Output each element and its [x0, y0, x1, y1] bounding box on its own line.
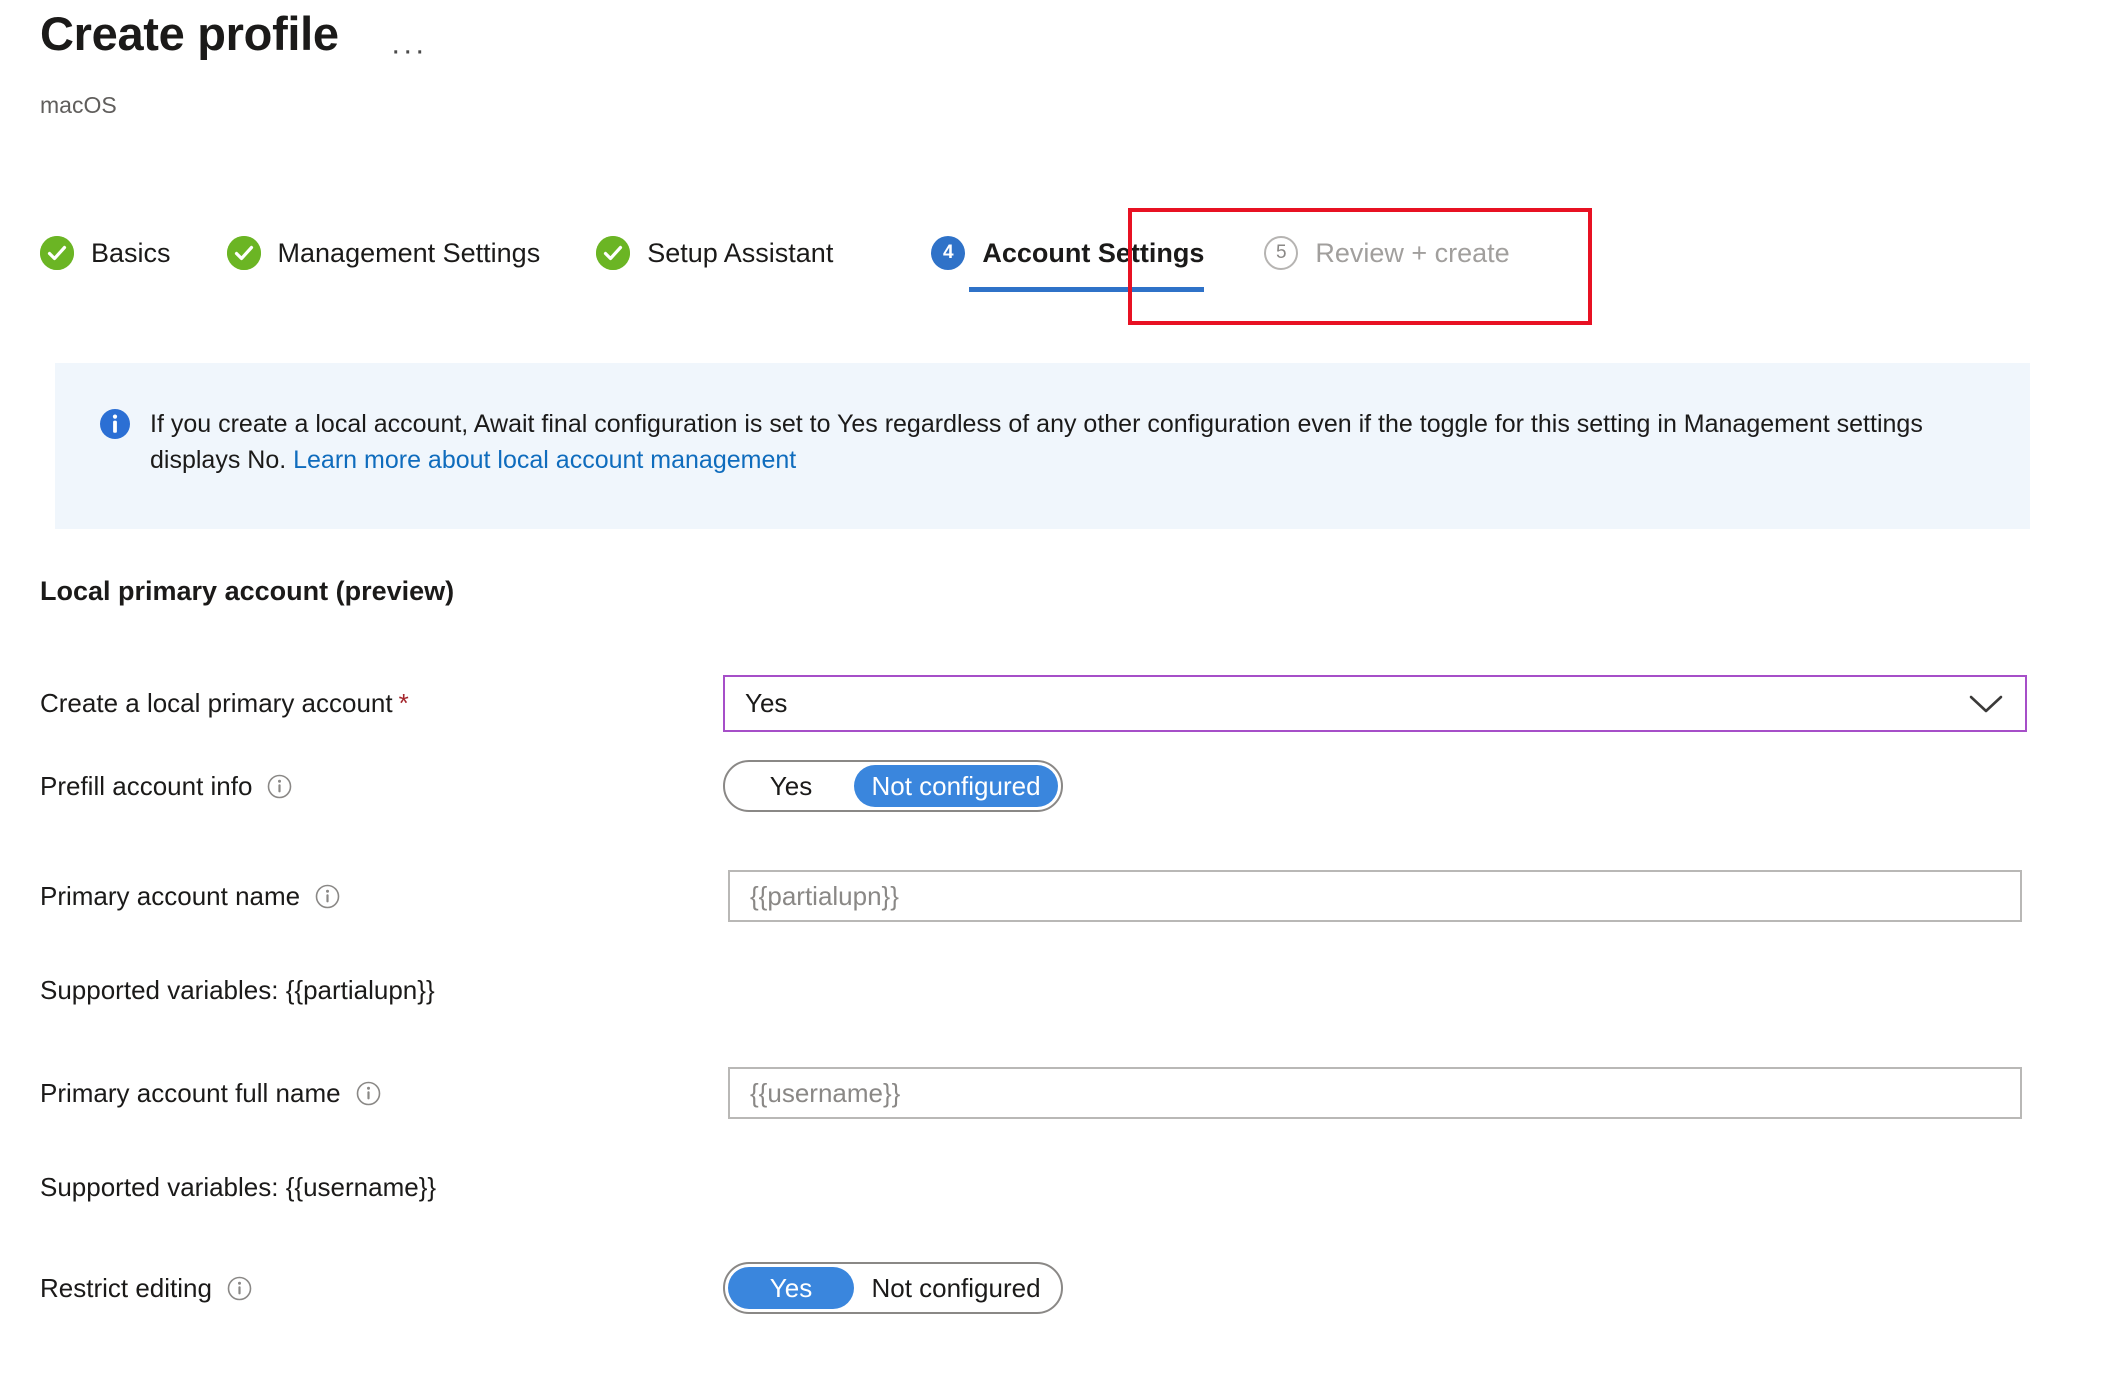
wizard-step-setup-assistant[interactable]: Setup Assistant	[596, 222, 833, 284]
check-circle-icon	[226, 236, 261, 270]
wizard-step-label: Review + create	[1315, 237, 1510, 268]
field-label-text: Create a local primary account	[40, 688, 393, 718]
row-restrict-editing: Restrict editing Yes Not configured	[40, 1262, 2080, 1314]
check-circle-icon	[40, 236, 74, 270]
primary-account-name-label: Primary account name	[40, 881, 723, 912]
prefill-account-info-label: Prefill account info	[40, 771, 723, 802]
field-label-text: Primary account full name	[40, 1077, 341, 1108]
more-options-icon[interactable]: ···	[391, 36, 427, 66]
page-header: Create profile ···	[40, 7, 427, 66]
check-circle-icon	[596, 236, 631, 270]
create-local-primary-account-label: Create a local primary account *	[40, 688, 723, 719]
field-label-text: Restrict editing	[40, 1272, 212, 1303]
section-heading: Local primary account (preview)	[40, 576, 455, 606]
info-icon	[99, 408, 131, 440]
create-local-primary-account-dropdown[interactable]: Yes	[723, 675, 2027, 732]
row-primary-account-full-name: Primary account full name {{username}}	[40, 1067, 2080, 1119]
primary-account-full-name-label: Primary account full name	[40, 1078, 723, 1109]
field-label-text: Primary account name	[40, 880, 301, 911]
info-tooltip-icon[interactable]	[315, 884, 340, 909]
info-banner-text: If you create a local account, Await fin…	[150, 406, 1950, 478]
info-tooltip-icon[interactable]	[267, 774, 292, 799]
restrict-editing-label: Restrict editing	[40, 1273, 723, 1304]
wizard-step-label: Management Settings	[277, 237, 541, 268]
page-title: Create profile	[40, 7, 339, 60]
wizard-step-label: Account Settings	[982, 237, 1205, 268]
info-banner: If you create a local account, Await fin…	[55, 363, 2030, 529]
required-indicator: *	[398, 688, 409, 718]
toggle-option-yes[interactable]: Yes	[728, 765, 854, 807]
step-number-badge: 5	[1264, 236, 1299, 270]
field-label-text: Prefill account info	[40, 770, 253, 801]
primary-account-full-name-helper: Supported variables: {{username}}	[40, 1172, 437, 1202]
toggle-option-yes[interactable]: Yes	[728, 1267, 854, 1309]
row-primary-account-name: Primary account name {{partialupn}}	[40, 870, 2080, 922]
primary-account-full-name-input[interactable]: {{username}}	[728, 1067, 2022, 1119]
row-prefill-account-info: Prefill account info Yes Not configured	[40, 760, 2080, 812]
wizard-step-nav: Basics Management Settings Setup Assista…	[40, 222, 1510, 322]
primary-account-name-input[interactable]: {{partialupn}}	[728, 870, 2022, 922]
wizard-step-basics[interactable]: Basics	[40, 222, 171, 284]
wizard-step-review-create[interactable]: 5 Review + create	[1264, 222, 1510, 284]
prefill-account-info-toggle[interactable]: Yes Not configured	[723, 760, 1063, 812]
wizard-step-label: Basics	[91, 237, 171, 268]
wizard-step-management-settings[interactable]: Management Settings	[226, 222, 541, 284]
active-tab-underline	[969, 287, 1205, 292]
toggle-option-not-configured[interactable]: Not configured	[854, 1267, 1058, 1309]
learn-more-link[interactable]: Learn more about local account managemen…	[293, 446, 796, 474]
page-subtitle: macOS	[40, 92, 117, 118]
toggle-option-not-configured[interactable]: Not configured	[854, 765, 1058, 807]
wizard-step-label: Setup Assistant	[647, 237, 834, 268]
chevron-down-icon	[1969, 694, 2003, 714]
info-tooltip-icon[interactable]	[227, 1276, 252, 1301]
restrict-editing-toggle[interactable]: Yes Not configured	[723, 1262, 1063, 1314]
step-number-badge: 4	[931, 236, 966, 270]
row-create-local-primary-account: Create a local primary account * Yes	[40, 675, 2080, 732]
info-tooltip-icon[interactable]	[356, 1081, 381, 1106]
wizard-step-account-settings[interactable]: 4 Account Settings	[931, 222, 1205, 292]
dropdown-selected-value: Yes	[745, 688, 788, 718]
primary-account-name-helper: Supported variables: {{partialupn}}	[40, 975, 435, 1005]
